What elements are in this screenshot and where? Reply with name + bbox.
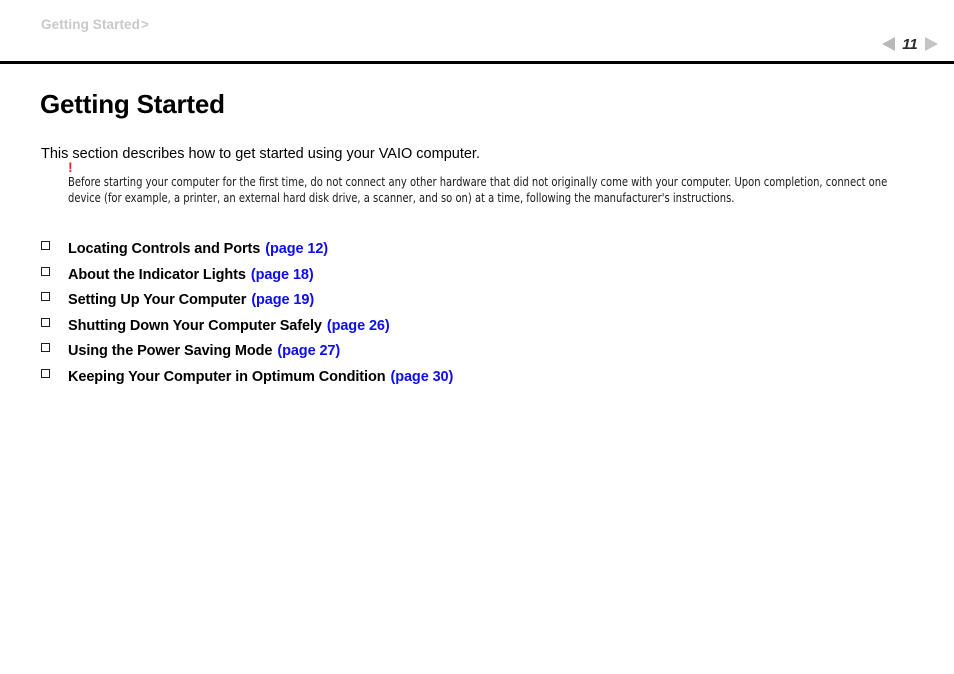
exclamation-icon: !: [68, 159, 73, 175]
list-item-label: Shutting Down Your Computer Safely: [68, 317, 322, 334]
list-item-page-link[interactable]: (page 19): [251, 292, 314, 308]
list-item[interactable]: Locating Controls and Ports (page 12): [41, 241, 921, 267]
page-navigation: 11: [882, 33, 938, 55]
page-header: Getting Started> 11: [0, 0, 954, 64]
square-bullet-icon: [41, 368, 53, 381]
triangle-left-icon[interactable]: [882, 37, 895, 51]
section-link-list: Locating Controls and Ports (page 12) Ab…: [41, 241, 921, 395]
list-item-page-link[interactable]: (page 27): [277, 343, 340, 359]
square-bullet-icon: [41, 317, 53, 330]
header-divider: [0, 61, 954, 64]
list-item[interactable]: Setting Up Your Computer (page 19): [41, 292, 921, 318]
breadcrumb-item-getting-started[interactable]: Getting Started: [41, 17, 140, 32]
list-item[interactable]: About the Indicator Lights (page 18): [41, 266, 921, 293]
breadcrumb-separator-icon: >: [141, 17, 149, 32]
list-item-label: About the Indicator Lights: [68, 266, 246, 283]
list-item-page-link[interactable]: (page 12): [265, 241, 328, 257]
square-bullet-icon: [41, 343, 53, 355]
square-bullet-icon: [41, 241, 53, 253]
page-title: Getting Started: [40, 89, 225, 119]
list-item-label: Setting Up Your Computer: [68, 292, 247, 309]
square-bullet-icon: [41, 292, 53, 304]
square-bullet-icon: [41, 266, 53, 279]
list-item-label: Locating Controls and Ports: [68, 241, 261, 257]
list-item[interactable]: Shutting Down Your Computer Safely (page…: [41, 317, 921, 344]
list-item-label: Using the Power Saving Mode: [68, 343, 273, 360]
caution-note: ! Before starting your computer for the …: [68, 159, 913, 205]
triangle-right-icon[interactable]: [925, 37, 938, 51]
list-item[interactable]: Using the Power Saving Mode (page 27): [41, 343, 921, 369]
list-item[interactable]: Keeping Your Computer in Optimum Conditi…: [41, 368, 921, 395]
list-item-page-link[interactable]: (page 26): [327, 318, 390, 334]
page-number: 11: [902, 35, 918, 53]
list-item-page-link[interactable]: (page 18): [251, 267, 314, 283]
list-item-label: Keeping Your Computer in Optimum Conditi…: [68, 368, 386, 385]
caution-note-text: Before starting your computer for the fi…: [68, 174, 888, 205]
breadcrumb: Getting Started>: [41, 17, 149, 32]
list-item-page-link[interactable]: (page 30): [390, 369, 453, 385]
